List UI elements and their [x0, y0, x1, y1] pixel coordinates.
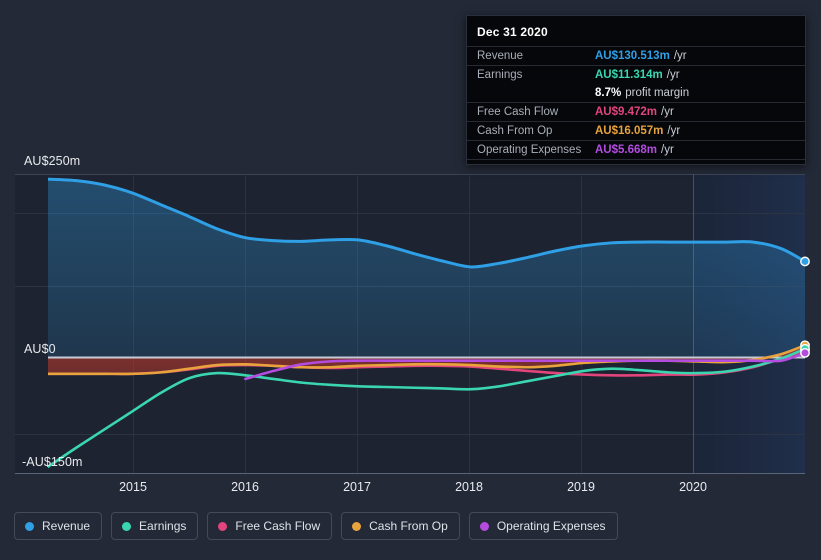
legend-item-cash-from-op[interactable]: Cash From Op: [341, 512, 460, 540]
tooltip-row: Operating Expenses AU$5.668m/yr: [467, 140, 805, 159]
tooltip-rows: Revenue AU$130.513m/yr Earnings AU$11.314m /…: [467, 46, 805, 159]
tooltip-row-label: Earnings: [477, 69, 523, 81]
tooltip-row: Free Cash Flow AU$9.472m/yr: [467, 102, 805, 121]
y-axis-label-bottom: -AU$150m: [22, 455, 83, 469]
x-axis-label-2018: 2018: [455, 480, 483, 494]
tooltip-row: Cash From Op AU$16.057m/yr: [467, 121, 805, 140]
tooltip-row: 8.7% profit margin: [467, 84, 805, 102]
tooltip-row-suffix: profit margin: [625, 87, 690, 99]
x-axis-label-2016: 2016: [231, 480, 259, 494]
legend-item-free-cash-flow[interactable]: Free Cash Flow: [207, 512, 333, 540]
legend-item-label: Cash From Op: [369, 519, 448, 533]
endpoint-marker-operating-expenses: [800, 347, 810, 358]
y-axis-label-top: AU$250m: [24, 154, 81, 168]
financial-chart-page: AU$250m AU$0 -AU$150m 2015 2016 2017 201…: [0, 0, 821, 560]
data-tooltip: Dec 31 2020 Revenue AU$130.513m/yr Earning…: [466, 15, 806, 165]
legend-item-label: Earnings: [139, 519, 187, 533]
tooltip-row-label: Free Cash Flow: [477, 106, 559, 118]
legend-item-revenue[interactable]: Revenue: [14, 512, 103, 540]
tooltip-row-value: AU$16.057m: [595, 125, 664, 137]
tooltip-row-suffix: /yr: [666, 69, 680, 81]
x-axis-label-2017: 2017: [343, 480, 371, 494]
tooltip-row: Earnings AU$11.314m/yr: [467, 65, 805, 84]
x-axis-label-2019: 2019: [567, 480, 595, 494]
x-axis-label-2020: 2020: [679, 480, 707, 494]
legend-item-operating-expenses[interactable]: Operating Expenses: [468, 512, 618, 540]
legend-item-label: Free Cash Flow: [235, 519, 321, 533]
legend-item-earnings[interactable]: Earnings: [111, 512, 199, 540]
tooltip-row-value: AU$11.314m: [595, 69, 663, 81]
y-axis-label-zero: AU$0: [24, 342, 56, 356]
tooltip-row-value: AU$5.668m: [595, 144, 658, 156]
tooltip-row-value: 8.7%: [595, 87, 622, 99]
legend-color-dot-icon: [122, 521, 132, 531]
legend-color-dot-icon: [218, 521, 228, 531]
tooltip-row: Revenue AU$130.513m/yr: [467, 46, 805, 65]
x-axis-label-2015: 2015: [119, 480, 147, 494]
chart-legend: Revenue Earnings Free Cash Flow Cash From O…: [14, 512, 618, 540]
tooltip-row-suffix: /yr: [661, 106, 674, 118]
tooltip-date: Dec 31 2020: [477, 25, 548, 39]
tooltip-row-value: AU$9.472m: [595, 106, 658, 118]
tooltip-bottom-rule: [467, 159, 805, 164]
tooltip-row-label: Cash From Op: [477, 125, 553, 137]
legend-color-dot-icon: [25, 521, 34, 531]
legend-item-label: Operating Expenses: [496, 519, 606, 533]
tooltip-row-suffix: /yr: [673, 50, 687, 62]
tooltip-row-label: Revenue: [477, 50, 524, 62]
legend-item-label: Revenue: [42, 519, 91, 533]
tooltip-row-value: AU$130.513m: [595, 50, 670, 62]
legend-color-dot-icon: [352, 521, 362, 531]
tooltip-row-label: Operating Expenses: [477, 144, 582, 156]
endpoint-marker-revenue: [800, 256, 810, 267]
tooltip-row-suffix: /yr: [667, 125, 681, 137]
tooltip-row-suffix: /yr: [661, 144, 674, 156]
legend-color-dot-icon: [479, 521, 489, 531]
